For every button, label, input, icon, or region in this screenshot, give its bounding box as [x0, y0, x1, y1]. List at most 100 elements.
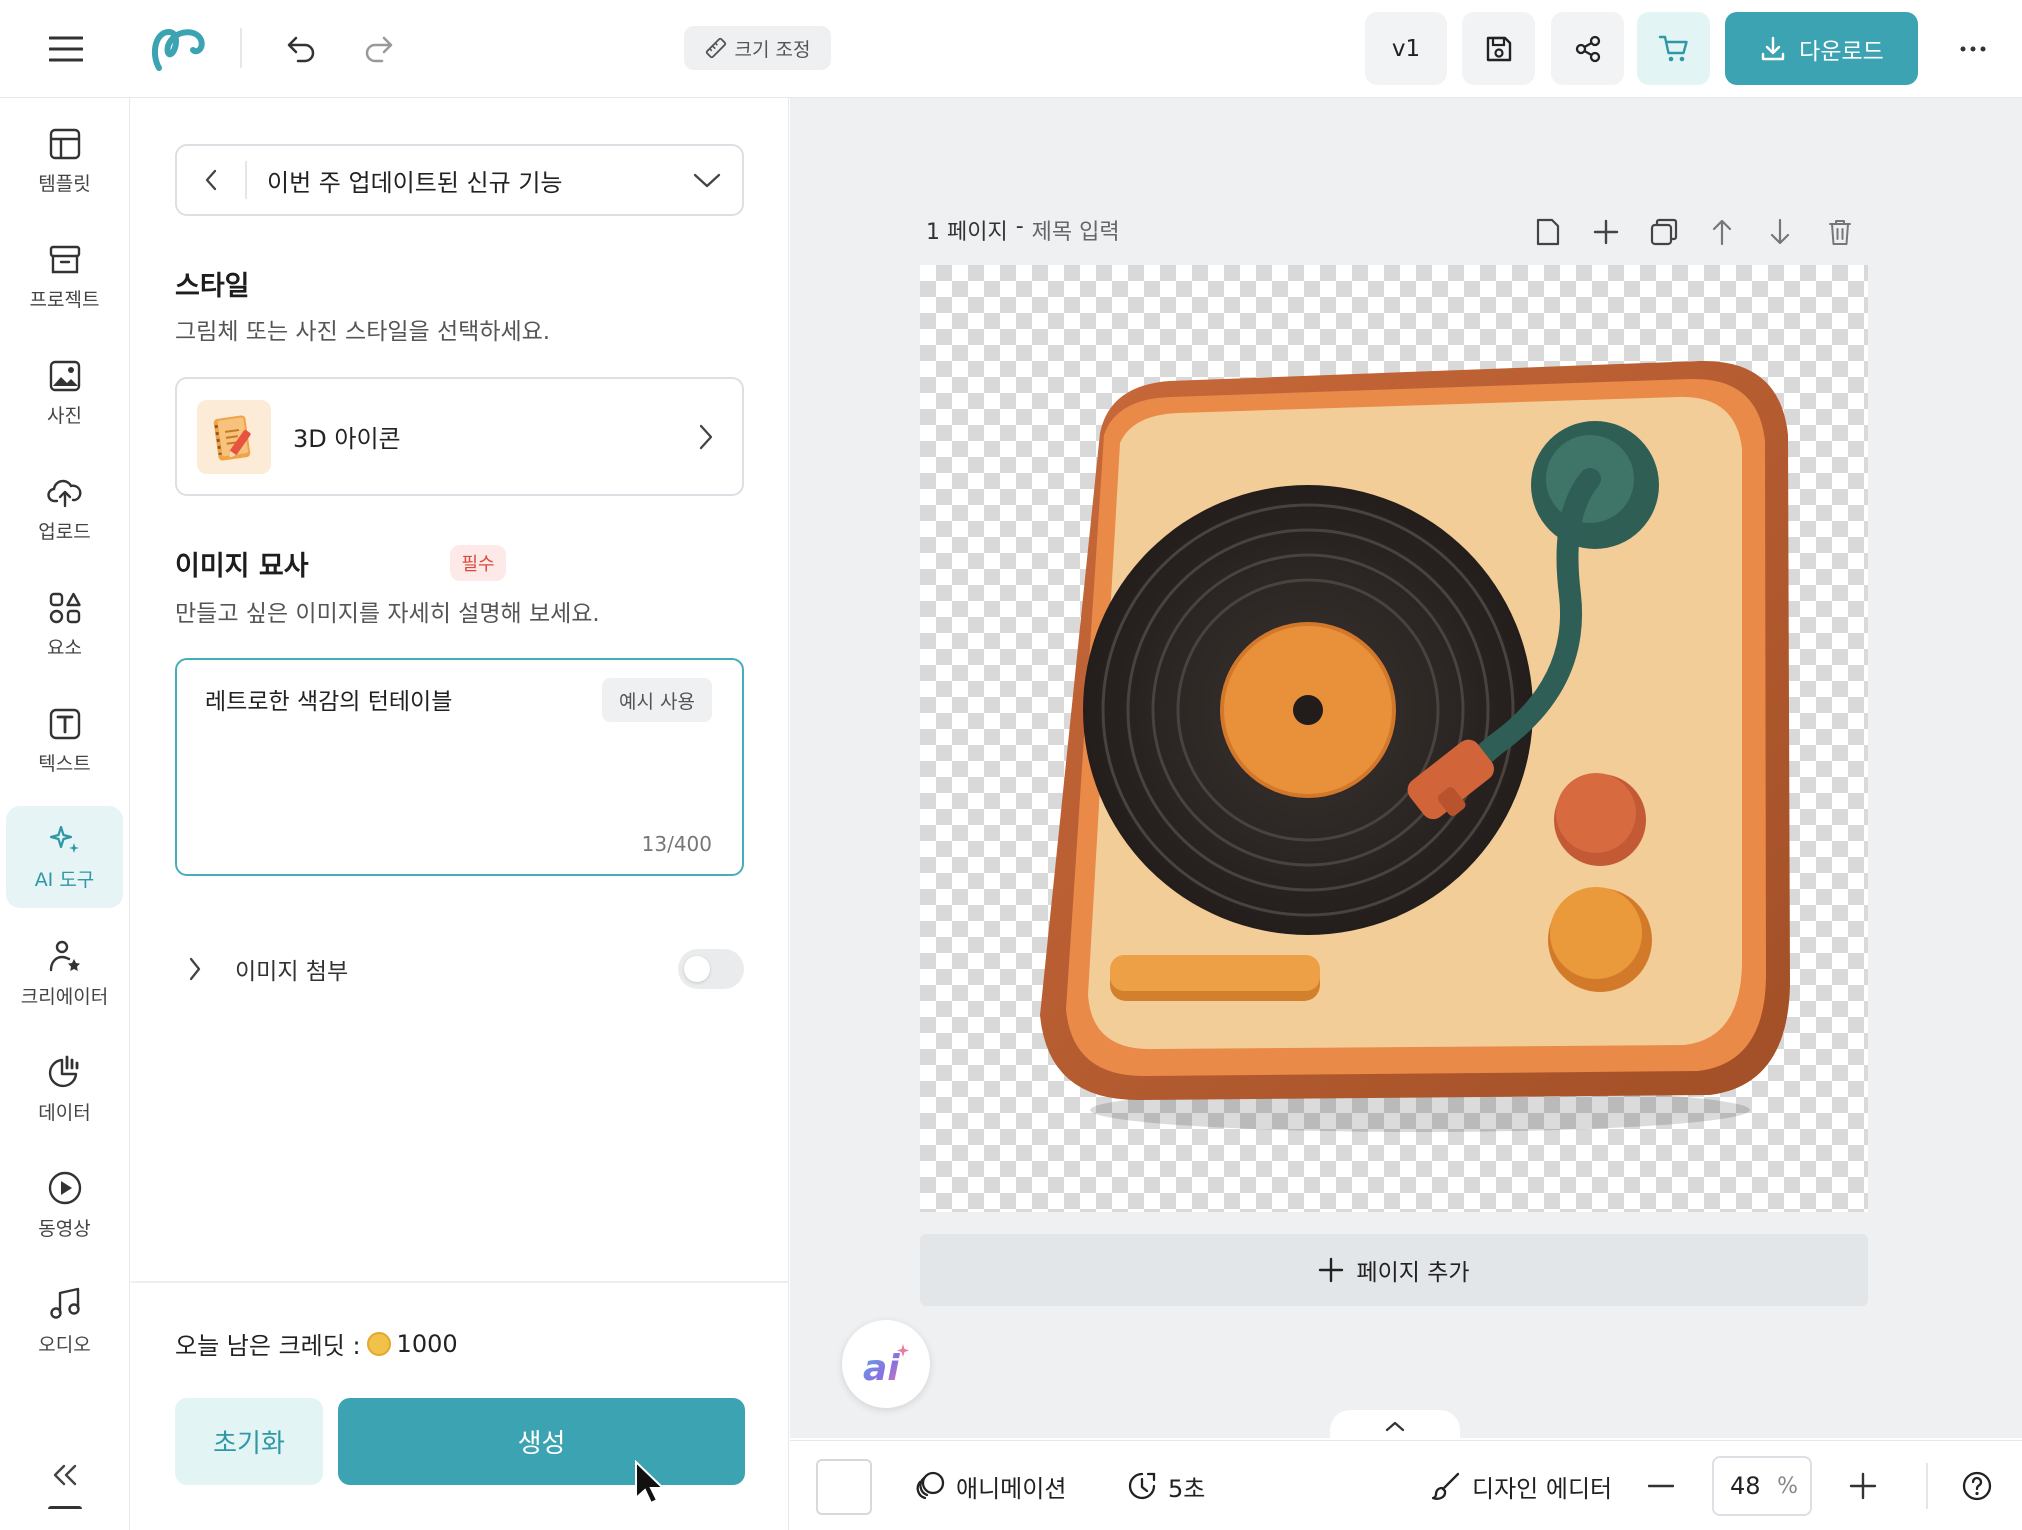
- coin-icon: [366, 1331, 391, 1356]
- design-editor-label: 디자인 에디터: [1472, 1474, 1613, 1503]
- nav-item-upload[interactable]: 업로드: [6, 458, 123, 560]
- top-toolbar: 크기 조정 v1 다운로드: [0, 0, 2022, 98]
- style-section-description: 그림체 또는 사진 스타일을 선택하세요.: [175, 319, 551, 345]
- style-selector[interactable]: 3D 아이콘: [175, 377, 744, 496]
- add-page-icon[interactable]: [1586, 212, 1626, 252]
- chevron-up-icon: [1384, 1420, 1406, 1432]
- chevron-down-icon: [672, 172, 742, 188]
- app-logo[interactable]: [146, 20, 210, 76]
- feature-dropdown[interactable]: 이번 주 업데이트된 신규 기능: [175, 144, 744, 216]
- credit-value: 1000: [396, 1329, 458, 1358]
- turntable-illustration[interactable]: [920, 265, 1868, 1212]
- ai-assistant-button[interactable]: ai: [842, 1320, 930, 1408]
- animation-icon: [914, 1470, 946, 1502]
- prompt-value[interactable]: 레트로한 색감의 턴테이블: [205, 682, 452, 716]
- image-attach-row[interactable]: 이미지 첨부: [175, 944, 744, 994]
- add-page-button[interactable]: 페이지 추가: [920, 1234, 1868, 1306]
- page-header: 1 페이지 - 제목 입력: [926, 214, 1120, 246]
- toggle-knob: [684, 956, 710, 982]
- nav-label: 사진: [47, 404, 82, 427]
- upload-icon: [46, 475, 83, 509]
- reset-button[interactable]: 초기화: [175, 1398, 323, 1485]
- move-page-up-icon[interactable]: [1702, 212, 1742, 252]
- ruler-icon: [705, 37, 727, 59]
- resize-button[interactable]: 크기 조정: [684, 26, 831, 70]
- background-color-swatch[interactable]: [816, 1459, 872, 1515]
- nav-label: 프로젝트: [29, 288, 100, 311]
- nav-item-project[interactable]: 프로젝트: [6, 226, 123, 328]
- duration-button[interactable]: 5초: [1126, 1463, 1205, 1509]
- expand-pages-tab[interactable]: [1330, 1410, 1460, 1442]
- style-section-title: 스타일: [175, 271, 250, 302]
- ai-logo-icon: ai: [863, 1344, 909, 1386]
- help-icon[interactable]: [1954, 1463, 2000, 1509]
- chevron-right-icon[interactable]: [175, 956, 215, 982]
- design-canvas[interactable]: [920, 265, 1868, 1212]
- panel-divider: [131, 1281, 789, 1283]
- download-icon: [1759, 35, 1787, 63]
- nav-item-video[interactable]: 동영상: [6, 1154, 123, 1256]
- share-icon[interactable]: [1551, 12, 1624, 85]
- nav-item-ai-tools[interactable]: AI 도구: [6, 806, 123, 908]
- toolbar-divider: [1926, 1463, 1928, 1509]
- menu-icon[interactable]: [36, 24, 96, 74]
- more-options-icon[interactable]: [1948, 24, 1998, 74]
- design-editor-button[interactable]: 디자인 에디터: [1430, 1463, 1612, 1509]
- nav-item-photo[interactable]: 사진: [6, 342, 123, 444]
- nav-label: 동영상: [38, 1217, 91, 1240]
- page-title-input[interactable]: 제목 입력: [1032, 214, 1120, 246]
- use-example-button[interactable]: 예시 사용: [602, 678, 712, 722]
- credit-label: 오늘 남은 크레딧 :: [175, 1332, 361, 1360]
- left-nav: 템플릿 프로젝트 사진 업로드 요소 텍스트 AI 도구 크리에이터 데이터 동…: [0, 98, 130, 1530]
- version-label: v1: [1391, 35, 1421, 62]
- nav-item-elements[interactable]: 요소: [6, 574, 123, 676]
- prompt-section-title: 이미지 묘사: [175, 551, 309, 582]
- zoom-in-icon[interactable]: [1840, 1463, 1886, 1509]
- char-counter: 13/400: [641, 832, 712, 856]
- page-title-separator: -: [1015, 214, 1024, 239]
- generate-button[interactable]: 생성: [338, 1398, 745, 1485]
- credit-info: 오늘 남은 크레딧 : 1000: [175, 1326, 458, 1361]
- clock-icon: [1126, 1470, 1158, 1502]
- cart-icon[interactable]: [1637, 12, 1710, 85]
- nav-label: 업로드: [38, 520, 91, 543]
- back-chevron-icon[interactable]: [177, 146, 245, 214]
- page-blank-icon[interactable]: [1528, 212, 1568, 252]
- nav-label: 오디오: [38, 1333, 91, 1356]
- zoom-unit: %: [1777, 1473, 1798, 1499]
- delete-page-icon[interactable]: [1820, 212, 1860, 252]
- video-icon: [47, 1170, 83, 1206]
- brush-icon: [1430, 1470, 1462, 1502]
- redo-icon[interactable]: [354, 24, 404, 74]
- version-button[interactable]: v1: [1365, 12, 1447, 85]
- save-icon[interactable]: [1462, 12, 1535, 85]
- nav-item-audio[interactable]: 오디오: [6, 1270, 123, 1372]
- toolbar-divider: [240, 28, 242, 68]
- project-icon: [48, 243, 82, 277]
- nav-label: 요소: [47, 636, 82, 659]
- audio-icon: [47, 1286, 83, 1322]
- ai-sparkle-icon: [47, 823, 83, 857]
- download-button[interactable]: 다운로드: [1725, 12, 1918, 85]
- move-page-down-icon[interactable]: [1760, 212, 1800, 252]
- nav-label: 크리에이터: [20, 985, 109, 1008]
- nav-item-template[interactable]: 템플릿: [6, 110, 123, 212]
- svg-text:ai: ai: [863, 1348, 900, 1386]
- nav-item-data[interactable]: 데이터: [6, 1038, 123, 1140]
- ai-tools-panel: 이번 주 업데이트된 신규 기능 스타일 그림체 또는 사진 스타일을 선택하세…: [131, 98, 789, 1530]
- add-page-label: 페이지 추가: [1356, 1260, 1470, 1286]
- zoom-value[interactable]: 48: [1730, 1472, 1761, 1500]
- prompt-textarea[interactable]: 레트로한 색감의 턴테이블 예시 사용 13/400: [175, 658, 744, 876]
- page-number: 1 페이지: [926, 220, 1008, 245]
- undo-icon[interactable]: [276, 24, 326, 74]
- image-attach-toggle[interactable]: [678, 949, 744, 989]
- nav-item-text[interactable]: 텍스트: [6, 690, 123, 792]
- zoom-out-icon[interactable]: [1638, 1463, 1684, 1509]
- creator-icon: [47, 938, 83, 974]
- animation-button[interactable]: 애니메이션: [914, 1463, 1066, 1509]
- zoom-input[interactable]: 48 %: [1712, 1456, 1812, 1516]
- nav-item-creator[interactable]: 크리에이터: [6, 922, 123, 1024]
- collapse-sidebar-icon[interactable]: [40, 1450, 90, 1500]
- plus-icon: [1318, 1257, 1344, 1283]
- duplicate-page-icon[interactable]: [1644, 212, 1684, 252]
